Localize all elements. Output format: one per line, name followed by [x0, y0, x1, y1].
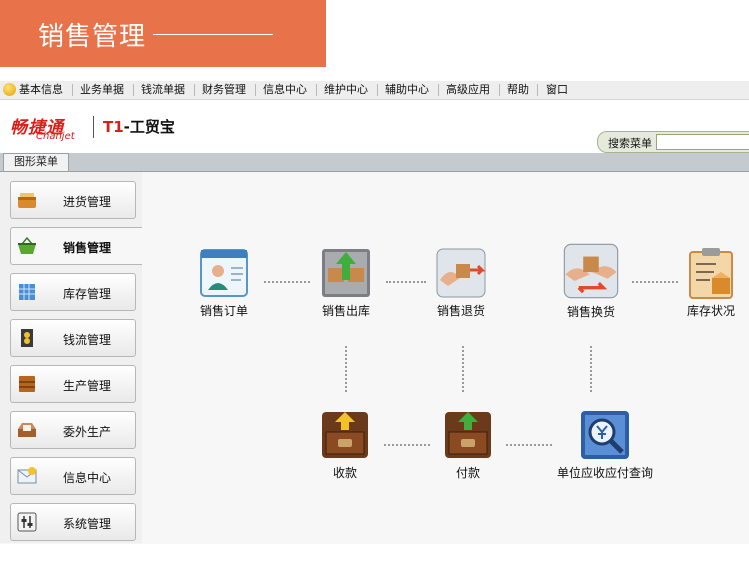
sidebar-item-label: 进货管理 [63, 195, 112, 209]
menu-item-cash-docs[interactable]: 钱流单据 [141, 82, 185, 98]
sidebar-item-label: 销售管理 [63, 241, 112, 255]
menu-item-finance[interactable]: 财务管理 [202, 82, 246, 98]
sidebar-item-sales[interactable]: 销售管理 [10, 227, 142, 265]
menu-divider [316, 84, 317, 96]
sidebar-item-system[interactable]: 系统管理 [10, 503, 136, 541]
flow-node-inventory-status[interactable]: 库存状况 [666, 246, 749, 319]
flow-node-make-payment[interactable]: 付款 [423, 408, 513, 481]
sidebar-item-cashflow[interactable]: 钱流管理 [10, 319, 136, 357]
flow-node-sales-return[interactable]: 销售退货 [416, 246, 506, 319]
sidebar-item-label: 钱流管理 [63, 333, 112, 347]
logo-divider [93, 116, 94, 138]
menu-item-auxiliary[interactable]: 辅助中心 [385, 82, 429, 98]
tab-graphic-menu[interactable]: 图形菜单 [3, 153, 69, 171]
search-menu-box: 搜索菜单 [597, 131, 749, 153]
flow-node-label: 销售退货 [436, 304, 485, 318]
sidebar-item-info-center[interactable]: 信息中心 [10, 457, 136, 495]
inventory-grid-icon [19, 284, 35, 300]
return-goods-icon [436, 248, 486, 298]
product-name: T1-工贸宝 [103, 116, 175, 137]
sidebar-item-label: 信息中心 [63, 471, 112, 485]
flow-node-label: 库存状况 [686, 304, 735, 318]
flow-node-sales-exchange[interactable]: 销售换货 [546, 241, 636, 320]
info-envelope-icon [17, 467, 37, 484]
system-settings-icon [17, 512, 37, 532]
search-menu-input[interactable] [656, 134, 749, 150]
app-menu-icon[interactable] [3, 83, 16, 96]
purchase-basket-icon [18, 193, 36, 208]
query-magnifier-icon [581, 411, 629, 459]
menu-divider [72, 84, 73, 96]
menu-divider [499, 84, 500, 96]
tab-strip [0, 153, 749, 171]
flow-node-label: 单位应收应付查询 [556, 466, 653, 480]
flow-node-label: 销售换货 [566, 305, 615, 319]
sidebar: 进货管理 销售管理 库存管理 钱流管理 生产管理 委外生产 信息中心 系统管理 [0, 172, 142, 543]
sidebar-item-label: 系统管理 [63, 517, 112, 531]
exchange-goods-icon [563, 243, 619, 299]
sidebar-item-label: 委外生产 [63, 425, 112, 439]
page-banner: 销售管理 [0, 0, 326, 67]
sidebar-item-production[interactable]: 生产管理 [10, 365, 136, 403]
product-suffix: -工贸宝 [123, 118, 175, 136]
sidebar-item-outsourcing[interactable]: 委外生产 [10, 411, 136, 449]
sidebar-item-label: 库存管理 [63, 287, 112, 301]
menu-item-info-center[interactable]: 信息中心 [263, 82, 307, 98]
flow-node-sales-outbound[interactable]: 销售出库 [301, 246, 391, 319]
banner-underline [153, 34, 273, 35]
outsourcing-tray-icon [18, 423, 36, 437]
menu-divider [255, 84, 256, 96]
menu-item-help[interactable]: 帮助 [507, 82, 529, 98]
menu-divider [438, 84, 439, 96]
menu-bar: 基本信息 业务单据 钱流单据 财务管理 信息中心 维护中心 辅助中心 高级应用 … [0, 81, 749, 100]
order-form-icon [200, 249, 248, 297]
menu-item-business-docs[interactable]: 业务单据 [80, 82, 124, 98]
menu-item-basic-info[interactable]: 基本信息 [19, 82, 63, 98]
inventory-clipboard-icon [689, 248, 733, 299]
sales-basket-icon [18, 236, 36, 254]
flow-node-label: 销售出库 [321, 304, 370, 318]
menu-divider [377, 84, 378, 96]
flow-node-receive-payment[interactable]: 收款 [300, 408, 390, 481]
make-payment-icon [445, 412, 491, 458]
menu-item-maintenance[interactable]: 维护中心 [324, 82, 368, 98]
flow-node-receivable-query[interactable]: 单位应收应付查询 [545, 408, 665, 481]
banner-title: 销售管理 [38, 22, 147, 52]
sidebar-item-label: 生产管理 [63, 379, 112, 393]
receive-payment-icon [322, 412, 368, 458]
production-cabinet-icon [19, 376, 35, 392]
menu-divider [133, 84, 134, 96]
menu-item-advanced[interactable]: 高级应用 [446, 82, 490, 98]
menu-divider [537, 84, 538, 96]
flow-node-label: 付款 [455, 466, 480, 480]
product-prefix: T1 [103, 118, 124, 136]
sidebar-item-inventory[interactable]: 库存管理 [10, 273, 136, 311]
outbound-box-icon [322, 249, 370, 297]
flow-node-label: 销售订单 [199, 304, 248, 318]
brand-logo-en: Chanjet [36, 131, 75, 142]
menu-divider [194, 84, 195, 96]
flow-connector [590, 346, 592, 392]
sidebar-item-purchase[interactable]: 进货管理 [10, 181, 136, 219]
flow-node-label: 收款 [332, 466, 357, 480]
search-menu-label: 搜索菜单 [608, 137, 652, 150]
flow-node-sales-order[interactable]: 销售订单 [179, 246, 269, 319]
flow-connector [345, 346, 347, 392]
flow-connector [462, 346, 464, 392]
menu-item-window[interactable]: 窗口 [546, 82, 568, 98]
cash-coins-icon [21, 329, 33, 347]
